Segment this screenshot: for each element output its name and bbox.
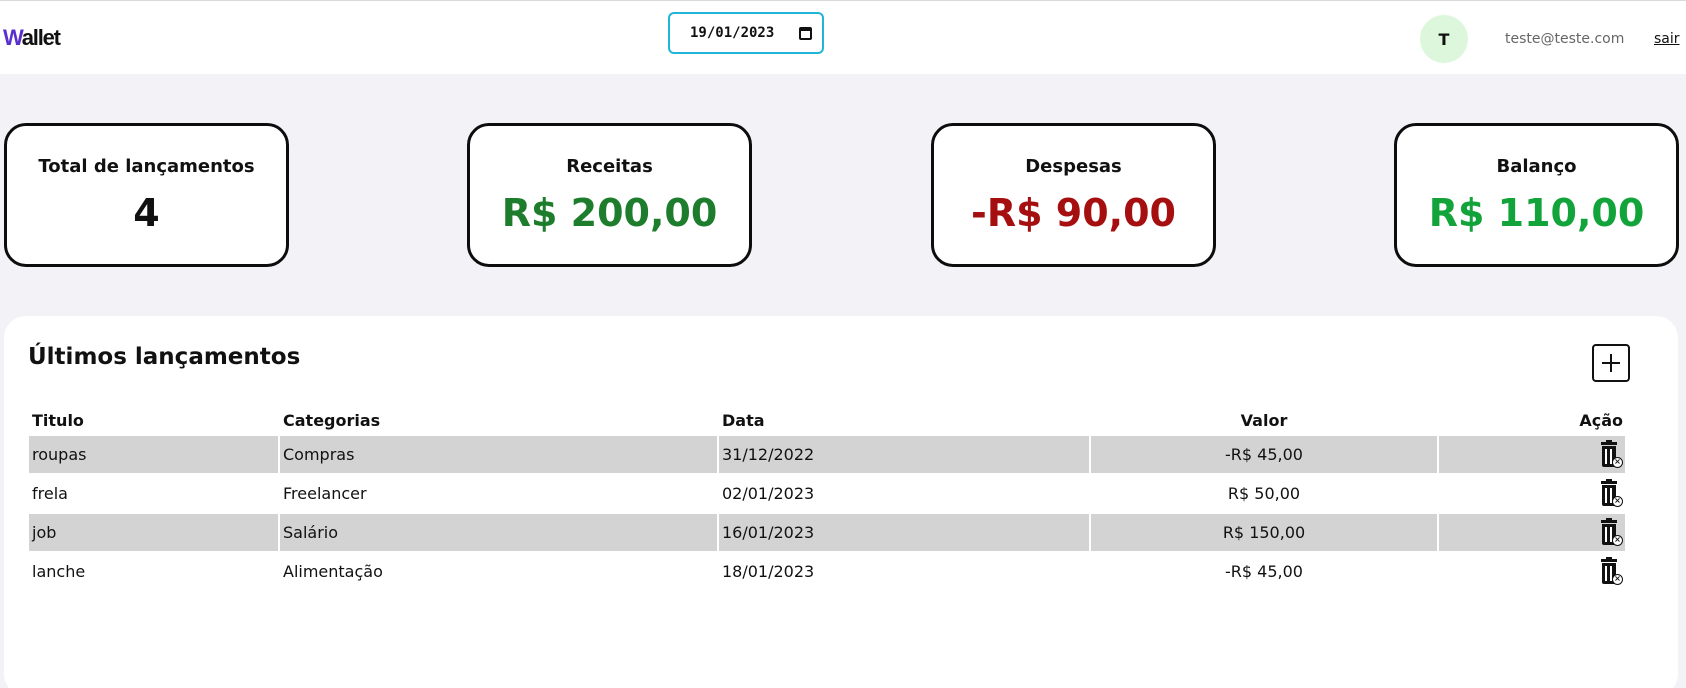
add-transaction-button[interactable] (1592, 344, 1630, 382)
row-date: 02/01/2023 (722, 484, 815, 503)
expense-card: Despesas -R$ 90,00 (931, 123, 1216, 267)
date-filter-input[interactable]: 19/01/2023 (668, 12, 824, 54)
row-value: -R$ 45,00 (1091, 436, 1437, 473)
row-date: 16/01/2023 (719, 514, 1089, 551)
top-bar: Wallet 19/01/2023 T teste@teste.com sair (0, 0, 1686, 74)
logout-link[interactable]: sair (1654, 31, 1680, 47)
balance-value: R$ 110,00 (1428, 191, 1645, 235)
expense-value: -R$ 90,00 (971, 191, 1176, 235)
column-header-date: Data (722, 410, 765, 430)
logo-text: allet (21, 25, 61, 50)
row-title: frela (32, 484, 68, 503)
income-label: Receitas (566, 156, 653, 177)
expense-label: Despesas (1025, 156, 1122, 177)
table-row: frela Freelancer 02/01/2023 R$ 50,00 × (29, 475, 1659, 512)
calendar-icon[interactable] (799, 27, 812, 40)
income-card: Receitas R$ 200,00 (467, 123, 752, 267)
row-category: Salário (280, 514, 717, 551)
column-header-category: Categorias (283, 410, 381, 430)
row-category: Freelancer (283, 484, 367, 503)
row-title: lanche (32, 562, 86, 581)
user-email: teste@teste.com (1505, 31, 1625, 47)
avatar: T (1420, 15, 1468, 63)
avatar-initial: T (1438, 29, 1450, 49)
transactions-title: Últimos lançamentos (28, 344, 301, 370)
row-value: R$ 150,00 (1091, 514, 1437, 551)
total-value: 4 (133, 191, 160, 235)
table-row: job Salário 16/01/2023 R$ 150,00 × (29, 514, 1659, 551)
column-header-value: Valor (1240, 410, 1288, 430)
logo-letter: W (3, 25, 23, 50)
column-header-action: Ação (1579, 410, 1623, 430)
trash-icon[interactable]: × (1597, 439, 1623, 470)
row-date: 31/12/2022 (719, 436, 1089, 473)
balance-card: Balanço R$ 110,00 (1394, 123, 1679, 267)
row-date: 18/01/2023 (722, 562, 815, 581)
trash-icon[interactable]: × (1597, 478, 1623, 509)
trash-icon[interactable]: × (1597, 556, 1623, 587)
column-header-title: Titulo (32, 410, 84, 430)
row-category: Compras (280, 436, 717, 473)
row-action: × (1439, 553, 1625, 590)
table-header: Titulo Categorias Data Valor Ação (29, 408, 1659, 432)
transactions-panel: Últimos lançamentos Titulo Categorias Da… (4, 316, 1678, 688)
row-value: R$ 50,00 (1227, 484, 1301, 503)
total-card: Total de lançamentos 4 (4, 123, 289, 267)
table-row: lanche Alimentação 18/01/2023 -R$ 45,00 … (29, 553, 1659, 590)
row-value: -R$ 45,00 (1225, 562, 1303, 581)
total-label: Total de lançamentos (38, 156, 255, 177)
balance-label: Balanço (1496, 156, 1577, 177)
row-action: × (1439, 436, 1625, 473)
date-value: 19/01/2023 (690, 25, 775, 41)
row-title: roupas (29, 436, 278, 473)
table-row: roupas Compras 31/12/2022 -R$ 45,00 × (29, 436, 1659, 473)
row-action: × (1439, 514, 1625, 551)
row-title: job (29, 514, 278, 551)
row-action: × (1439, 475, 1625, 512)
income-value: R$ 200,00 (501, 191, 718, 235)
trash-icon[interactable]: × (1597, 517, 1623, 548)
row-category: Alimentação (283, 562, 383, 581)
app-logo: Wallet (3, 25, 61, 51)
